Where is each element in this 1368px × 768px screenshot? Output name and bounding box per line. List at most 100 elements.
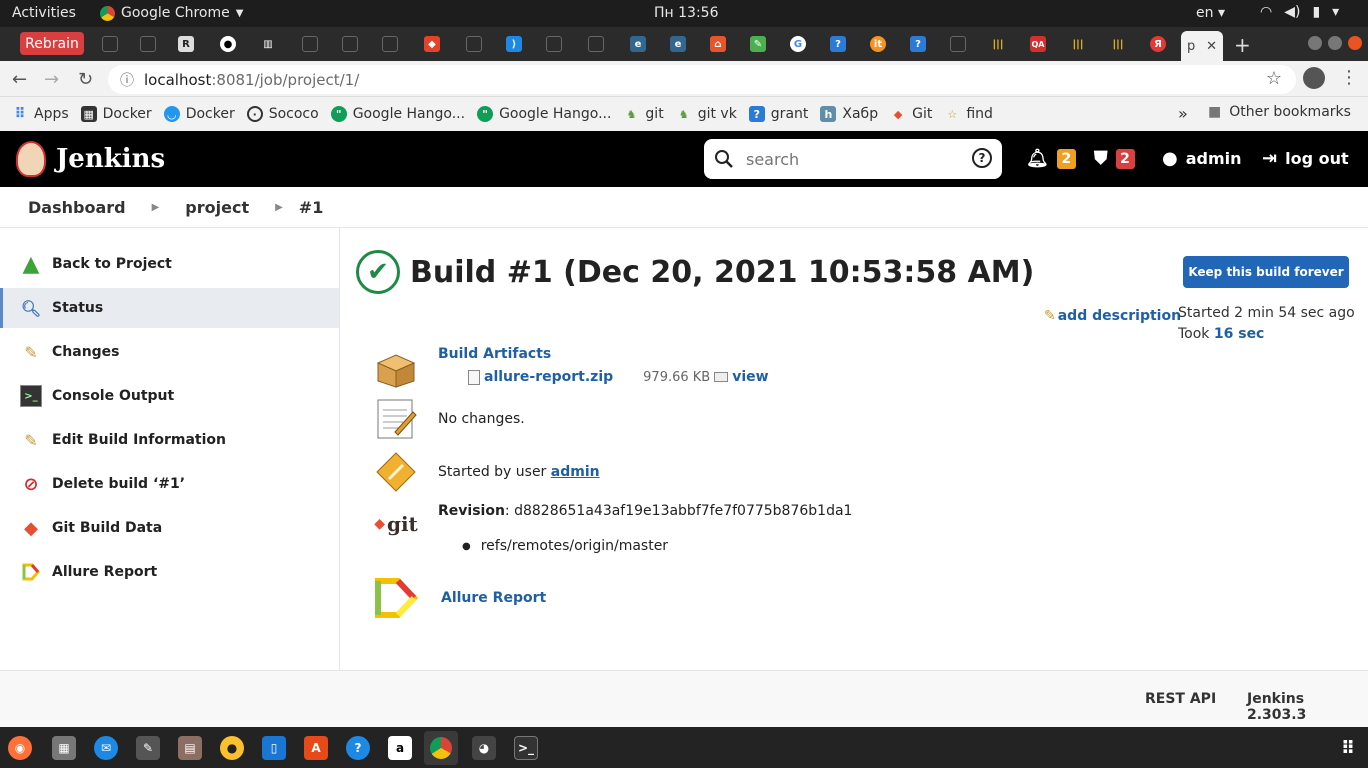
bookmarks-overflow-button[interactable]: » [1178,104,1188,123]
user-menu[interactable]: ● admin [1162,148,1242,169]
tab[interactable] [134,32,162,56]
tab-active-jenkins[interactable]: p ✕ [1181,31,1223,61]
tab[interactable] [944,32,972,56]
tab[interactable]: e [664,32,692,56]
profile-avatar[interactable] [1303,67,1325,89]
tab[interactable]: ◆ [418,32,446,56]
bookmark-grant[interactable]: ? grant [748,106,808,122]
tab[interactable]: e [624,32,652,56]
breadcrumb-project[interactable]: project [185,198,249,217]
tab[interactable]: Я [1144,32,1172,56]
bookmark-apps[interactable]: ⠿ Apps [12,106,69,122]
jenkins-home-link[interactable]: Jenkins [16,141,165,177]
tab[interactable]: R [172,32,200,56]
keep-build-forever-button[interactable]: Keep this build forever [1183,256,1349,288]
bookmark-hangouts[interactable]: " Google Hango... [330,106,465,122]
artifact-link[interactable]: allure-report.zip [484,369,613,385]
tab-rebrain[interactable]: Rebrain [20,32,84,55]
task-allure-report[interactable]: Allure Report [0,552,339,592]
notifications-button[interactable]: 🔔︎ 2 [1026,148,1076,169]
terminal-icon[interactable]: >_ [514,736,538,760]
bookmark-docker[interactable]: ▦ Docker [80,106,152,122]
info-icon[interactable]: ⓘ [120,70,134,90]
tab[interactable]: ▥ [254,32,282,56]
tab[interactable]: ||| [984,32,1012,56]
firefox-icon[interactable]: ◉ [8,736,32,760]
tab[interactable] [336,32,364,56]
tab[interactable]: ||| [1104,32,1132,56]
search-box[interactable]: ? [704,139,1002,179]
document-icon[interactable]: ▯ [262,736,286,760]
breadcrumb-build[interactable]: #1 [299,198,324,217]
task-delete-build[interactable]: ⊘ Delete build ‘#1’ [0,464,339,504]
task-changes[interactable]: ✎ Changes [0,332,339,372]
bookmark-find[interactable]: ☆ find [944,106,993,122]
kebab-menu-icon[interactable]: ⋮ [1340,67,1358,88]
bookmark-hangouts-2[interactable]: " Google Hango... [477,106,611,122]
chrome-dock-icon[interactable] [424,731,458,765]
bookmark-git-2[interactable]: ◆ Git [890,106,932,122]
files-icon[interactable]: ▤ [178,736,202,760]
task-status[interactable]: 🔍︎ Status [0,288,339,328]
show-apps-icon[interactable]: ⠿ [1336,736,1360,760]
search-input[interactable] [746,149,956,169]
tab[interactable]: G [784,32,812,56]
bookmark-git[interactable]: ♞ git [623,106,663,122]
minimize-icon[interactable] [1308,36,1322,50]
tab[interactable] [582,32,610,56]
system-tray[interactable]: ◠ ◀) ▮ ▾ [1260,4,1339,20]
back-icon[interactable]: ← [12,69,27,90]
tab[interactable]: ✎ [744,32,772,56]
tab[interactable]: ⟩ [500,32,528,56]
activities-button[interactable]: Activities [12,5,76,21]
security-button[interactable]: ⛊ 2 [1094,148,1135,169]
logout-button[interactable]: ⇥ log out [1262,148,1349,169]
clock[interactable]: Пн 13:56 [654,5,718,21]
bookmark-star-icon[interactable]: ☆ [1266,68,1282,89]
task-console-output[interactable]: >_ Console Output [0,376,339,416]
calculator-icon[interactable]: ▦ [52,736,76,760]
task-edit-build-information[interactable]: ✎ Edit Build Information [0,420,339,460]
tab[interactable]: QA [1024,32,1052,56]
tab[interactable]: ? [824,32,852,56]
close-window-icon[interactable] [1348,36,1362,50]
app-menu[interactable]: Google Chrome ▼ [100,5,243,21]
rest-api-link[interactable]: REST API [1145,691,1216,707]
amazon-icon[interactable]: a [388,736,412,760]
tab[interactable] [376,32,404,56]
forward-icon[interactable]: → [44,69,59,90]
tab[interactable] [540,32,568,56]
tab[interactable] [460,32,488,56]
tab[interactable]: ⌂ [704,32,732,56]
help-icon[interactable]: ? [346,736,370,760]
software-center-icon[interactable]: A [304,736,328,760]
tab[interactable]: ||| [1064,32,1092,56]
address-bar[interactable]: ⓘ localhost:8081/job/project/1/ ☆ [108,65,1296,94]
task-git-build-data[interactable]: ◆ Git Build Data [0,508,339,548]
maximize-icon[interactable] [1328,36,1342,50]
artifact-view-link[interactable]: view [732,369,768,385]
tab[interactable]: ● [214,32,242,56]
tab[interactable] [96,32,124,56]
allure-report-link[interactable]: Allure Report [441,590,546,606]
tab[interactable] [296,32,324,56]
sticky-app-icon[interactable]: ● [220,736,244,760]
breadcrumb-dashboard[interactable]: Dashboard [28,198,126,217]
started-by-user-link[interactable]: admin [551,464,600,480]
bookmark-git-vk[interactable]: ♞ git vk [676,106,737,122]
tab[interactable]: ? [904,32,932,56]
close-icon[interactable]: ✕ [1206,39,1217,54]
new-tab-button[interactable]: + [1234,33,1251,57]
help-icon[interactable]: ? [972,148,992,168]
task-back-to-project[interactable]: ▲ Back to Project [0,244,339,284]
jenkins-version-link[interactable]: Jenkins 2.303.3 [1247,691,1368,723]
gimp-icon[interactable]: ◕ [472,736,496,760]
other-bookmarks[interactable]: ■ Other bookmarks [1208,104,1351,120]
bookmark-docker-2[interactable]: ◡ Docker [163,106,235,122]
tab[interactable]: it [864,32,892,56]
add-description-link[interactable]: ✎ add description [1044,308,1181,324]
build-artifacts-link[interactable]: Build Artifacts [438,346,551,362]
text-editor-icon[interactable]: ✎ [136,736,160,760]
keyboard-layout[interactable]: en ▾ [1196,5,1225,21]
duration-link[interactable]: 16 sec [1214,326,1264,342]
